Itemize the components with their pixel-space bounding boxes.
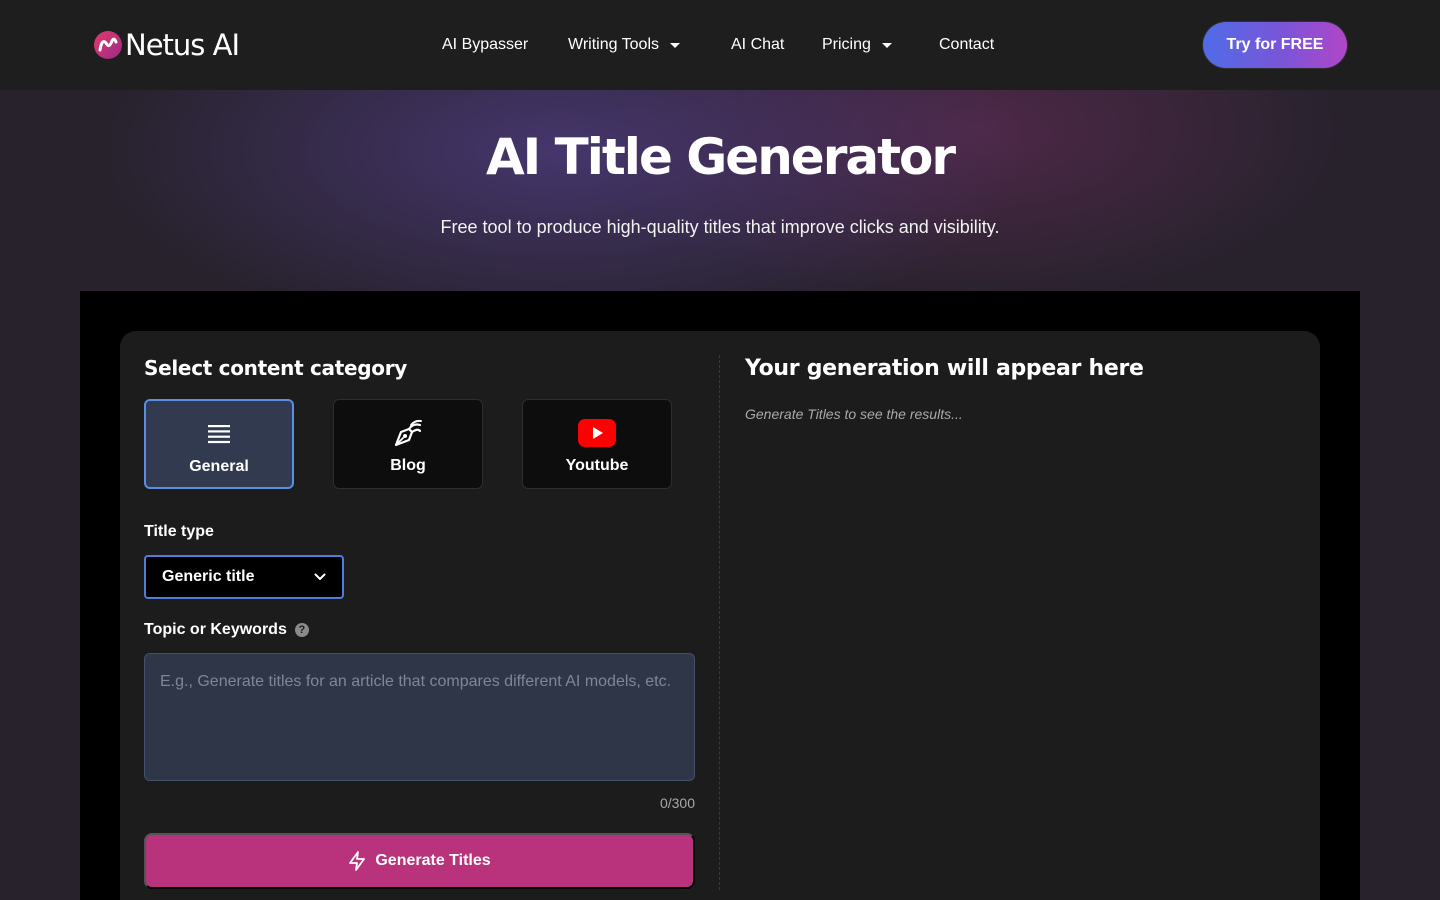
page-subtitle: Free tool to produce high-quality titles… <box>440 217 1000 237</box>
nav-writing-tools[interactable]: Writing Tools <box>568 34 680 56</box>
logo-text: Netus AI <box>125 28 240 62</box>
nav-ai-chat[interactable]: AI Chat <box>731 34 784 56</box>
lightning-icon <box>349 851 366 871</box>
category-general[interactable]: General <box>144 399 294 489</box>
results-heading: Your generation will appear here <box>745 356 1144 381</box>
category-heading: Select content category <box>144 356 408 380</box>
generate-titles-label: Generate Titles <box>375 852 491 869</box>
caret-down-icon <box>670 42 680 48</box>
caret-down-icon <box>881 42 892 48</box>
topic-label: Topic or Keywords ? <box>144 621 309 639</box>
pen-nib-icon <box>392 418 424 448</box>
nav-label: Writing Tools <box>568 36 659 53</box>
nav-label: Pricing <box>822 36 871 53</box>
topic-textarea[interactable] <box>144 653 695 781</box>
youtube-icon <box>578 418 616 448</box>
nav-label: Contact <box>939 36 995 53</box>
character-counter: 0/300 <box>659 795 695 811</box>
help-question-icon[interactable]: ? <box>294 623 309 637</box>
category-youtube[interactable]: Youtube <box>522 399 672 489</box>
nav-contact[interactable]: Contact <box>939 34 994 56</box>
chevron-down-icon <box>314 573 326 580</box>
category-label: Youtube <box>565 457 629 474</box>
logo[interactable]: Netus AI <box>93 27 240 63</box>
nav-label: AI Bypasser <box>442 36 529 53</box>
page-title: AI Title Generator <box>485 128 956 186</box>
netus-logo-icon <box>94 31 122 59</box>
panel-divider <box>719 355 720 890</box>
title-type-label-text: Title type <box>144 523 214 540</box>
top-navbar: Netus AI AI Bypasser Writing Tools AI Ch… <box>0 0 1440 90</box>
title-type-value: Generic title <box>162 568 255 585</box>
category-label: General <box>189 458 249 475</box>
results-hint: Generate Titles to see the results... <box>745 406 963 422</box>
title-type-label: Title type <box>144 523 214 541</box>
generate-titles-button[interactable]: Generate Titles <box>144 833 695 889</box>
category-label: Blog <box>390 457 426 474</box>
title-type-select[interactable]: Generic title <box>144 555 344 599</box>
category-blog[interactable]: Blog <box>333 399 483 489</box>
nav-ai-bypasser[interactable]: AI Bypasser <box>442 34 528 56</box>
try-for-free-button[interactable]: Try for FREE <box>1203 22 1347 68</box>
nav-pricing[interactable]: Pricing <box>822 34 892 56</box>
tool-panel <box>120 331 1320 900</box>
nav-label: AI Chat <box>731 36 785 53</box>
topic-label-text: Topic or Keywords <box>144 621 287 638</box>
list-lines-icon <box>208 419 230 449</box>
